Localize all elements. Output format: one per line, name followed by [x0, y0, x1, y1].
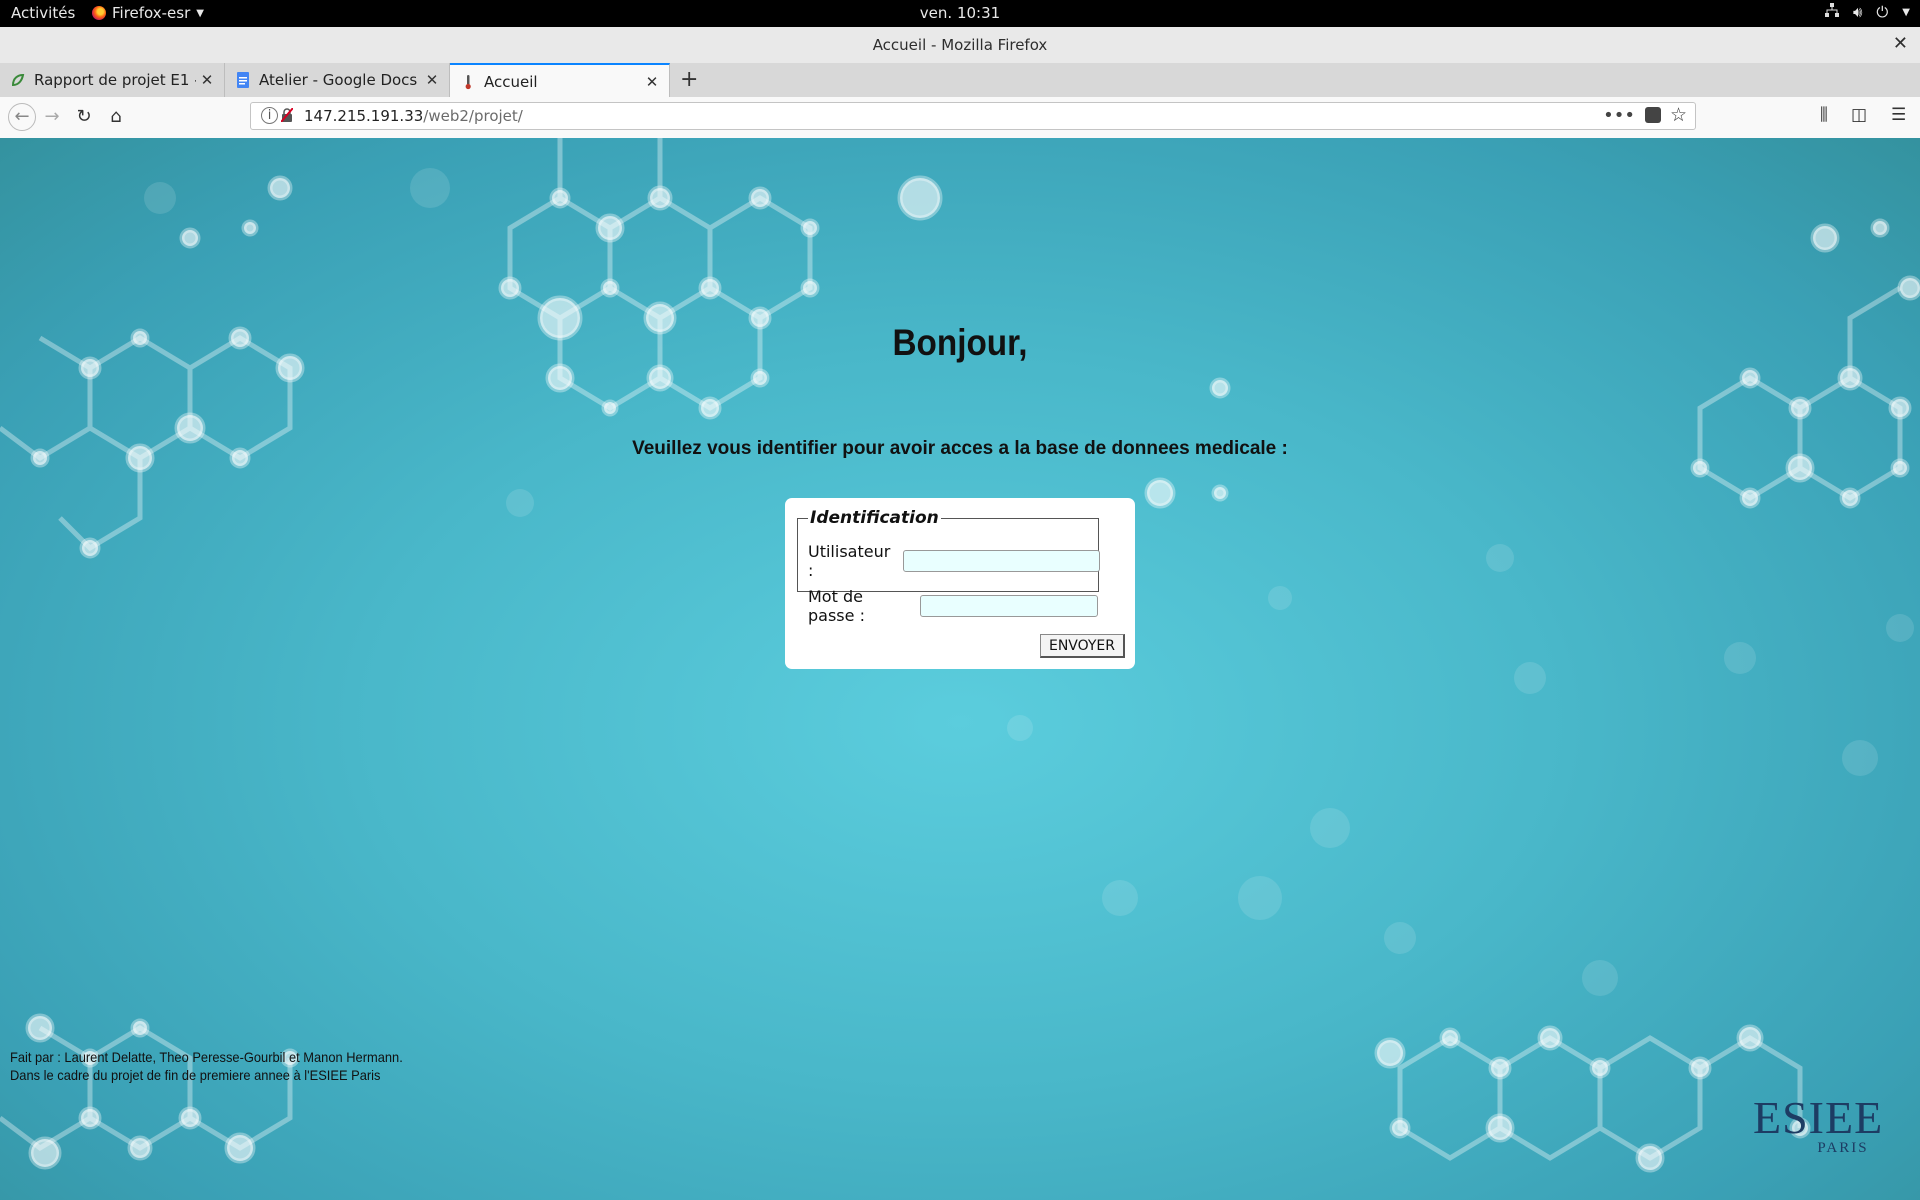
library-icon[interactable]: ⫼ [1820, 105, 1828, 125]
tab-label: Rapport de projet E1 - On [34, 71, 196, 89]
close-window-icon[interactable]: ✕ [1893, 33, 1908, 54]
user-label: Utilisateur : [808, 542, 891, 580]
tab-accueil[interactable]: Accueil ✕ [450, 63, 670, 98]
page-content: Bonjour, Veuillez vous identifier pour a… [0, 138, 1920, 1200]
close-tab-icon[interactable]: ✕ [196, 71, 218, 89]
page-actions-icon[interactable]: ••• [1603, 105, 1635, 126]
insecure-lock-icon[interactable] [280, 107, 294, 123]
system-top-bar: Activités Firefox-esr ▼ ven. 10:31 🔊︎ ⏻ … [0, 0, 1920, 27]
tab-label: Atelier - Google Docs [259, 71, 418, 89]
window-title-bar: Accueil - Mozilla Firefox ✕ [0, 27, 1920, 64]
password-row: Mot de passe : [808, 587, 1098, 625]
app-menu-label: Firefox-esr [112, 4, 191, 22]
credits: Fait par : Laurent Delatte, Theo Peresse… [10, 1048, 403, 1084]
submit-button[interactable]: ENVOYER [1039, 634, 1125, 658]
power-icon: ⏻ [1876, 3, 1889, 21]
google-docs-icon [235, 72, 251, 88]
app-menu[interactable]: Firefox-esr ▼ [92, 4, 204, 22]
activities-button[interactable]: Activités [11, 4, 75, 22]
login-form: Identification Utilisateur : Mot de pass… [785, 498, 1135, 669]
molecule-background [0, 138, 1920, 1173]
close-tab-icon[interactable]: ✕ [641, 73, 663, 91]
password-label: Mot de passe : [808, 587, 865, 625]
system-tray[interactable]: 🔊︎ ⏻ ▼ [1824, 3, 1910, 21]
pocket-icon[interactable] [1645, 107, 1661, 123]
logo-text: ESIEE [1753, 1092, 1884, 1143]
credits-line: Dans le cadre du projet de fin de premie… [10, 1067, 381, 1083]
chevron-down-icon: ▼ [196, 7, 204, 19]
password-input[interactable] [920, 595, 1098, 617]
bookmark-star-icon[interactable]: ☆ [1670, 104, 1687, 126]
overleaf-icon [10, 72, 26, 88]
network-icon [1824, 3, 1839, 21]
credits-line: Fait par : Laurent Delatte, Theo Peresse… [10, 1049, 403, 1065]
forward-button[interactable]: → [40, 105, 64, 129]
home-button[interactable]: ⌂ [104, 105, 128, 129]
thermometer-icon [460, 74, 476, 90]
navigation-bar: ← → ↻ ⌂ i 147.215.191.33/web2/projet/ ••… [0, 97, 1920, 139]
new-tab-button[interactable]: + [680, 67, 698, 92]
fieldset-legend: Identification [810, 508, 939, 528]
chevron-down-icon: ▼ [1902, 6, 1910, 18]
tab-label: Accueil [484, 72, 538, 91]
sidebar-icon[interactable]: ◫ [1851, 105, 1867, 125]
url-bar[interactable]: i 147.215.191.33/web2/projet/ ••• ☆ [250, 102, 1696, 130]
greeting-heading: Bonjour, [892, 322, 1028, 363]
clock[interactable]: ven. 10:31 [920, 4, 1000, 22]
url-text: 147.215.191.33/web2/projet/ [304, 107, 523, 125]
tab-rapport[interactable]: Rapport de projet E1 - On ✕ [0, 63, 225, 97]
info-icon[interactable]: i [261, 107, 278, 124]
esiee-logo: ESIEE PARIS [1753, 1092, 1884, 1157]
tab-atelier[interactable]: Atelier - Google Docs ✕ [225, 63, 450, 97]
firefox-icon [92, 6, 106, 20]
window-title: Accueil - Mozilla Firefox [872, 36, 1048, 54]
tab-bar: Rapport de projet E1 - On ✕ Atelier - Go… [0, 63, 1920, 98]
user-row: Utilisateur : [808, 542, 1101, 580]
instruction-text: Veuillez vous identifier pour avoir acce… [632, 438, 1288, 459]
username-input[interactable] [903, 550, 1101, 572]
volume-icon: 🔊︎ [1852, 3, 1863, 21]
menu-icon[interactable]: ☰ [1891, 105, 1906, 125]
back-button[interactable]: ← [8, 103, 36, 131]
close-tab-icon[interactable]: ✕ [421, 71, 443, 89]
reload-button[interactable]: ↻ [72, 105, 96, 129]
identification-fieldset: Identification Utilisateur : Mot de pass… [797, 508, 1101, 625]
